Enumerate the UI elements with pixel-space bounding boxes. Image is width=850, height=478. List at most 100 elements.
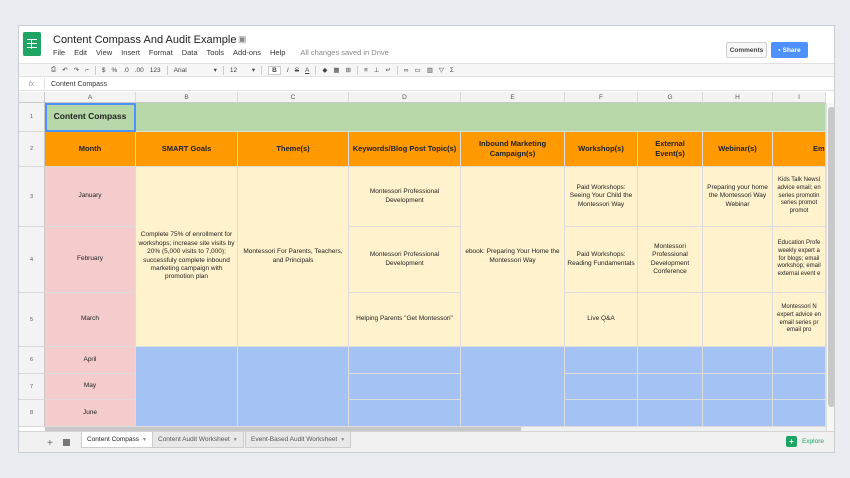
cell-blue-i7[interactable] bbox=[773, 374, 826, 400]
cell-keywords-january[interactable]: Montessori Professional Development bbox=[349, 167, 461, 227]
row-header-1[interactable]: 1 bbox=[19, 103, 45, 132]
row-header-6[interactable]: 6 bbox=[19, 347, 45, 374]
menu-edit[interactable]: Edit bbox=[74, 48, 87, 57]
row-header-5[interactable]: 5 bbox=[19, 293, 45, 347]
cell-blue-i6[interactable] bbox=[773, 347, 826, 374]
column-header-e[interactable]: E bbox=[461, 92, 565, 103]
header-workshops[interactable]: Workshop(s) bbox=[565, 132, 638, 167]
insert-chart-icon[interactable]: ▥ bbox=[427, 66, 433, 74]
header-external-events[interactable]: External Event(s) bbox=[638, 132, 703, 167]
cell-blue-c[interactable] bbox=[238, 347, 349, 427]
select-all-corner[interactable] bbox=[19, 92, 45, 103]
decrease-decimal-button[interactable]: .0 bbox=[123, 67, 128, 74]
column-header-b[interactable]: B bbox=[136, 92, 238, 103]
vertical-scroll-thumb[interactable] bbox=[828, 107, 834, 407]
chevron-down-icon[interactable]: ▾ bbox=[214, 66, 217, 74]
tab-event-based-audit-worksheet[interactable]: Event-Based Audit Worksheet ▼ bbox=[245, 432, 352, 448]
comments-button[interactable]: Comments bbox=[726, 42, 767, 58]
menu-help[interactable]: Help bbox=[270, 48, 285, 57]
chevron-down-icon[interactable]: ▼ bbox=[340, 437, 345, 443]
row-header-8[interactable]: 8 bbox=[19, 400, 45, 427]
column-header-a[interactable]: A bbox=[45, 92, 136, 103]
cell-external-event-march[interactable] bbox=[638, 293, 703, 347]
cell-webinar-january[interactable]: Preparing your home the Montessori Way W… bbox=[703, 167, 773, 227]
vertical-scrollbar[interactable] bbox=[826, 103, 834, 438]
header-month[interactable]: Month bbox=[45, 132, 136, 167]
menu-addons[interactable]: Add-ons bbox=[233, 48, 261, 57]
cell-email-january[interactable]: Kids Talk Newsl advice email; en series … bbox=[773, 167, 826, 227]
redo-icon[interactable]: ↷ bbox=[74, 66, 79, 74]
bold-button[interactable]: B bbox=[268, 65, 281, 75]
column-header-d[interactable]: D bbox=[349, 92, 461, 103]
add-sheet-icon[interactable]: + bbox=[47, 438, 53, 449]
tab-content-compass[interactable]: Content Compass ▼ bbox=[81, 432, 153, 448]
row-header-7[interactable]: 7 bbox=[19, 374, 45, 400]
star-icon[interactable]: ☆ bbox=[222, 34, 231, 45]
print-icon[interactable]: ⎙ bbox=[51, 66, 56, 74]
insert-comment-icon[interactable]: ▭ bbox=[415, 66, 421, 74]
sheet-list-icon[interactable] bbox=[63, 439, 70, 446]
chevron-down-icon[interactable]: ▼ bbox=[142, 437, 147, 443]
menu-data[interactable]: Data bbox=[182, 48, 198, 57]
cell-workshop-february[interactable]: Paid Workshops: Reading Fundamentals bbox=[565, 227, 638, 293]
cell-blue-g6[interactable] bbox=[638, 347, 703, 374]
cell-themes[interactable]: Montessori For Parents, Teachers, and Pr… bbox=[238, 167, 349, 347]
strikethrough-button[interactable]: S bbox=[295, 67, 299, 74]
cell-blue-d7[interactable] bbox=[349, 374, 461, 400]
undo-icon[interactable]: ↶ bbox=[62, 66, 67, 74]
header-campaigns[interactable]: Inbound Marketing Campaign(s) bbox=[461, 132, 565, 167]
number-format-button[interactable]: 123 bbox=[150, 67, 161, 74]
functions-button[interactable]: Σ bbox=[450, 67, 454, 74]
explore-button[interactable]: + Explore bbox=[785, 436, 824, 447]
formula-input[interactable]: Content Compass bbox=[45, 81, 107, 88]
cell-month-may[interactable]: May bbox=[45, 374, 136, 400]
menu-insert[interactable]: Insert bbox=[121, 48, 140, 57]
cell-workshop-march[interactable]: Live Q&A bbox=[565, 293, 638, 347]
cell-blue-f7[interactable] bbox=[565, 374, 638, 400]
merge-cells-icon[interactable]: ⊞ bbox=[346, 66, 351, 74]
cell-month-february[interactable]: February bbox=[45, 227, 136, 293]
currency-button[interactable]: $ bbox=[102, 67, 106, 74]
text-wrap-icon[interactable]: ↵ bbox=[385, 66, 390, 74]
chevron-down-icon[interactable]: ▾ bbox=[252, 66, 255, 74]
align-left-icon[interactable]: ≡ bbox=[364, 67, 368, 74]
menu-format[interactable]: Format bbox=[149, 48, 173, 57]
cell-external-event-january[interactable] bbox=[638, 167, 703, 227]
column-header-g[interactable]: G bbox=[638, 92, 703, 103]
row-header-2[interactable]: 2 bbox=[19, 132, 45, 167]
chevron-down-icon[interactable]: ▼ bbox=[233, 437, 238, 443]
header-webinars[interactable]: Webinar(s) bbox=[703, 132, 773, 167]
increase-decimal-button[interactable]: .00 bbox=[135, 67, 144, 74]
tab-content-audit-worksheet[interactable]: Content Audit Worksheet ▼ bbox=[152, 432, 244, 448]
font-select[interactable]: Arial bbox=[174, 67, 208, 74]
cell-month-june[interactable]: June bbox=[45, 400, 136, 427]
cell-webinar-february[interactable] bbox=[703, 227, 773, 293]
cell-blue-b[interactable] bbox=[136, 347, 238, 427]
document-title[interactable]: Content Compass And Audit Example bbox=[53, 34, 236, 46]
menu-file[interactable]: File bbox=[53, 48, 65, 57]
cell-blue-i8[interactable] bbox=[773, 400, 826, 427]
cell-external-event-february[interactable]: Montessori Professional Development Conf… bbox=[638, 227, 703, 293]
cell-smart-goals[interactable]: Complete 75% of enrollment for workshops… bbox=[136, 167, 238, 347]
header-smart-goals[interactable]: SMART Goals bbox=[136, 132, 238, 167]
column-header-c[interactable]: C bbox=[238, 92, 349, 103]
column-header-h[interactable]: H bbox=[703, 92, 773, 103]
cell-email-march[interactable]: Montessori N expert advice en email seri… bbox=[773, 293, 826, 347]
menu-view[interactable]: View bbox=[96, 48, 112, 57]
column-header-f[interactable]: F bbox=[565, 92, 638, 103]
fill-color-icon[interactable]: ◆ bbox=[322, 66, 327, 74]
cell-blue-f6[interactable] bbox=[565, 347, 638, 374]
header-themes[interactable]: Theme(s) bbox=[238, 132, 349, 167]
insert-link-icon[interactable]: ∞ bbox=[404, 67, 409, 74]
cell-blue-d6[interactable] bbox=[349, 347, 461, 374]
percent-button[interactable]: % bbox=[112, 67, 118, 74]
cell-email-february[interactable]: Education Profe weekly expert a for blog… bbox=[773, 227, 826, 293]
cell-blue-f8[interactable] bbox=[565, 400, 638, 427]
cell-keywords-march[interactable]: Helping Parents "Get Montessori" bbox=[349, 293, 461, 347]
row-header-4[interactable]: 4 bbox=[19, 227, 45, 293]
vertical-align-icon[interactable]: ⊥ bbox=[374, 66, 380, 74]
filter-icon[interactable]: ▽ bbox=[439, 66, 444, 74]
text-color-button[interactable]: A bbox=[305, 67, 309, 74]
cell-blue-g8[interactable] bbox=[638, 400, 703, 427]
row-header-3[interactable]: 3 bbox=[19, 167, 45, 227]
